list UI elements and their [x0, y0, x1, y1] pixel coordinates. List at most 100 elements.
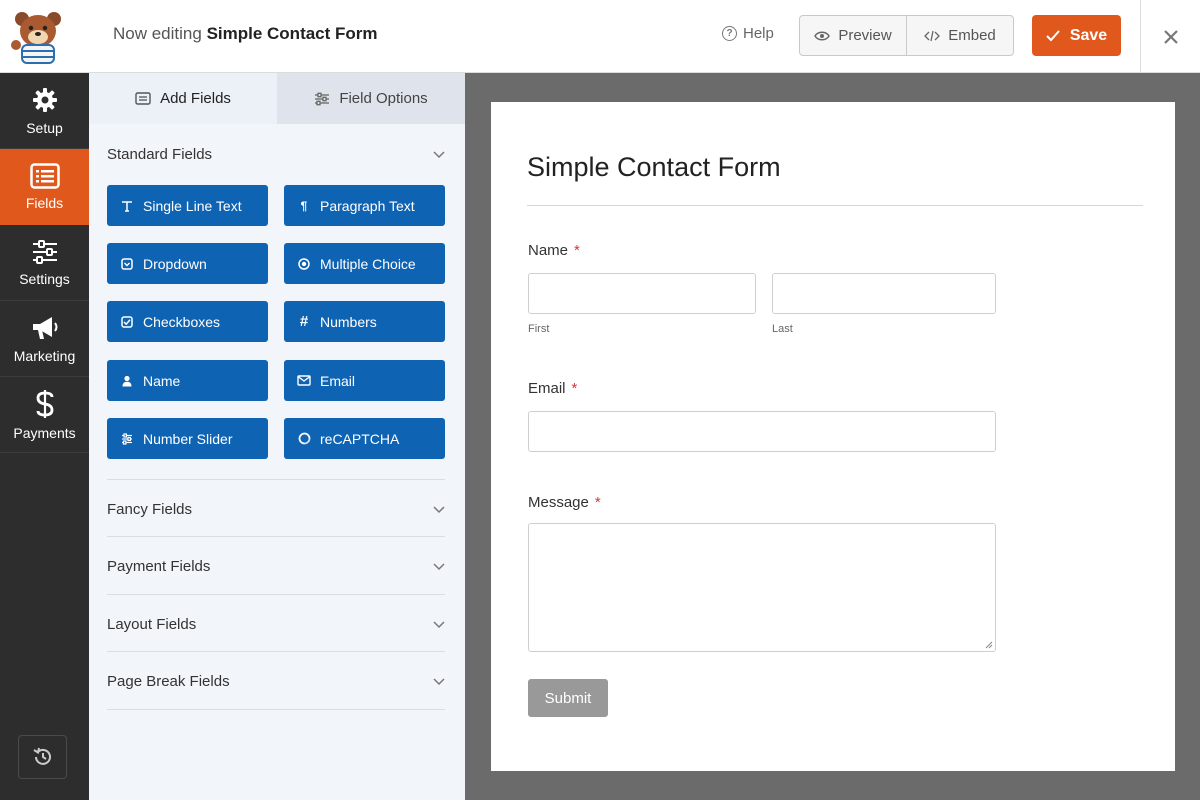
section-title: Payment Fields — [107, 558, 211, 575]
list-icon — [135, 92, 151, 105]
chevron-down-icon — [433, 676, 445, 688]
save-button[interactable]: Save — [1032, 15, 1121, 56]
bear-mascot-icon — [11, 11, 61, 64]
recaptcha-icon — [297, 432, 311, 445]
form-title: Simple Contact Form — [527, 152, 781, 182]
eye-icon — [814, 31, 831, 40]
last-name-input[interactable] — [772, 273, 996, 314]
preview-label: Preview — [838, 27, 892, 44]
resize-handle-icon[interactable] — [985, 641, 993, 649]
section-layout-fields[interactable]: Layout Fields — [107, 616, 445, 633]
divider — [107, 651, 445, 652]
field-label: Single Line Text — [143, 197, 242, 214]
section-title: Fancy Fields — [107, 501, 193, 518]
field-multiple-choice[interactable]: Multiple Choice — [284, 243, 445, 284]
name-label-text: Name — [528, 242, 569, 259]
chevron-down-icon — [433, 619, 445, 631]
dollar-icon — [36, 389, 53, 418]
field-paragraph-text[interactable]: ¶ Paragraph Text — [284, 185, 445, 226]
text-t-icon — [120, 200, 134, 212]
gear-icon — [32, 87, 57, 112]
person-icon — [120, 375, 134, 387]
field-email[interactable]: Email — [284, 360, 445, 401]
checkbox-icon — [120, 315, 134, 328]
history-icon — [32, 747, 51, 765]
field-label: Email — [320, 372, 356, 389]
radio-icon — [297, 257, 311, 270]
tab-add-fields[interactable]: Add Fields — [89, 73, 277, 124]
nav-label-marketing: Marketing — [13, 347, 76, 364]
required-mark: * — [571, 380, 578, 397]
field-label: Paragraph Text — [320, 197, 415, 214]
divider — [107, 594, 445, 595]
last-sublabel: Last — [772, 323, 793, 335]
wpforms-logo — [0, 0, 89, 73]
code-icon — [924, 30, 941, 41]
nav-item-marketing[interactable]: Marketing — [0, 301, 89, 377]
fields-panel: Add Fields Field Options Standard Fields… — [89, 73, 465, 800]
panel-tabs: Add Fields Field Options — [89, 73, 465, 124]
field-name[interactable]: Name — [107, 360, 268, 401]
paragraph-icon: ¶ — [300, 198, 308, 213]
nav-label-settings: Settings — [19, 270, 70, 287]
nav-item-fields[interactable]: Fields — [0, 149, 89, 225]
tab-field-options[interactable]: Field Options — [277, 73, 465, 124]
field-label: Number Slider — [143, 430, 233, 447]
close-button[interactable] — [1140, 0, 1200, 73]
section-page-break-fields[interactable]: Page Break Fields — [107, 673, 445, 690]
chevron-down-icon — [433, 149, 445, 161]
field-label: Name — [143, 372, 181, 389]
divider — [107, 709, 445, 710]
field-number-slider[interactable]: Number Slider — [107, 418, 268, 459]
email-input[interactable] — [528, 411, 996, 452]
field-label: Dropdown — [143, 255, 207, 272]
message-textarea[interactable] — [528, 523, 996, 652]
chevron-down-icon — [433, 561, 445, 573]
field-numbers[interactable]: # Numbers — [284, 301, 445, 342]
field-label: Checkboxes — [143, 313, 221, 330]
save-label: Save — [1069, 26, 1108, 44]
sliders-icon — [315, 92, 330, 105]
field-checkboxes[interactable]: Checkboxes — [107, 301, 268, 342]
help-link[interactable]: ? Help — [722, 25, 774, 42]
title-divider — [527, 205, 1143, 206]
help-label: Help — [743, 25, 774, 42]
field-recaptcha[interactable]: reCAPTCHA — [284, 418, 445, 459]
form-name: Simple Contact Form — [206, 24, 378, 43]
chevron-down-icon — [433, 504, 445, 516]
required-mark: * — [574, 242, 580, 259]
nav-label-fields: Fields — [25, 194, 64, 211]
first-sublabel: First — [528, 323, 550, 335]
name-field-label: Name * — [528, 242, 580, 259]
slider-icon — [120, 432, 134, 445]
nav-item-setup[interactable]: Setup — [0, 73, 89, 149]
field-dropdown[interactable]: Dropdown — [107, 243, 268, 284]
section-fancy-fields[interactable]: Fancy Fields — [107, 501, 445, 518]
section-standard-fields[interactable]: Standard Fields — [107, 146, 445, 163]
top-bar: Now editing Simple Contact Form ? Help P… — [0, 0, 1200, 73]
section-title: Page Break Fields — [107, 673, 230, 690]
editing-prefix: Now editing — [113, 24, 202, 43]
form-preview-canvas: Simple Contact Form Name * First Last Ema… — [465, 73, 1200, 800]
message-label-text: Message — [528, 494, 589, 511]
now-editing-title: Now editing Simple Contact Form — [113, 24, 378, 44]
megaphone-icon — [32, 316, 57, 339]
nav-item-payments[interactable]: Payments — [0, 377, 89, 453]
submit-button[interactable]: Submit — [528, 679, 608, 717]
field-single-line-text[interactable]: Single Line Text — [107, 185, 268, 226]
help-icon: ? — [722, 26, 737, 41]
first-name-input[interactable] — [528, 273, 756, 314]
embed-button[interactable]: Embed — [906, 16, 1013, 55]
preview-embed-group: Preview Embed — [799, 15, 1014, 56]
revisions-button[interactable] — [18, 735, 67, 779]
dropdown-icon — [120, 257, 134, 270]
section-title: Standard Fields — [107, 146, 213, 163]
hash-icon: # — [299, 313, 309, 330]
fields-list-icon — [29, 162, 60, 189]
divider — [107, 479, 445, 480]
nav-label-setup: Setup — [26, 119, 63, 136]
preview-button[interactable]: Preview — [800, 16, 906, 55]
nav-item-settings[interactable]: Settings — [0, 225, 89, 301]
section-payment-fields[interactable]: Payment Fields — [107, 558, 445, 575]
left-navigation: Setup Fields Settings Marketing Payments — [0, 73, 89, 800]
